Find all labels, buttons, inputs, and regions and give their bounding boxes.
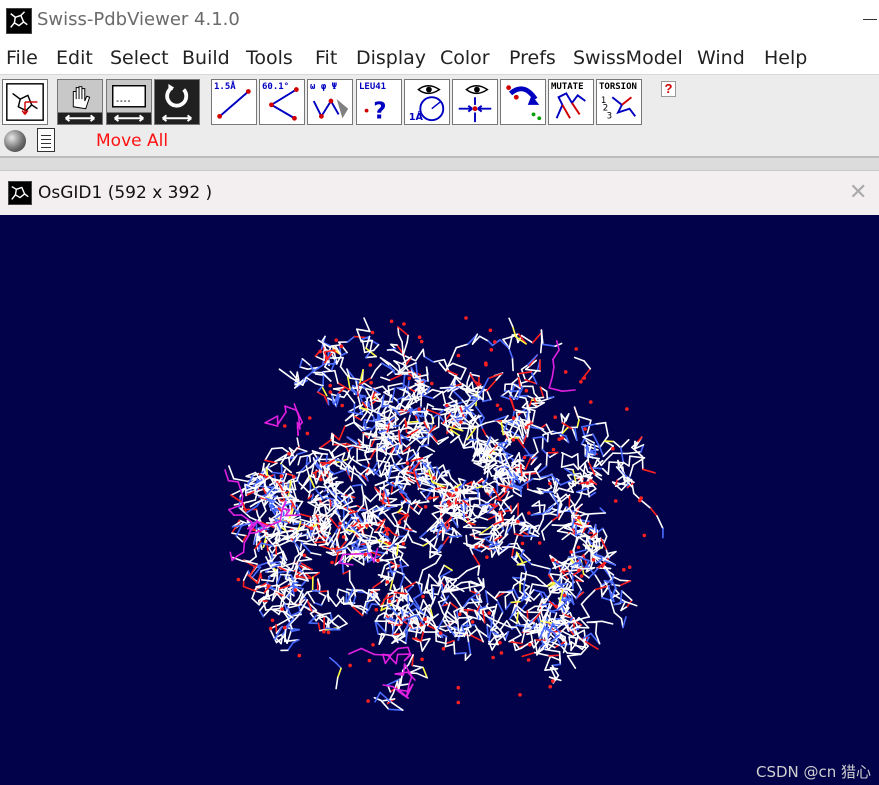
watermark: CSDN @cn 猎心 bbox=[756, 763, 872, 781]
menu-color[interactable]: Color bbox=[440, 47, 490, 69]
molecule-window-icon bbox=[8, 181, 32, 205]
center-icon bbox=[6, 83, 44, 121]
help-button[interactable]: ? bbox=[661, 81, 676, 97]
molecule-app-icon bbox=[6, 8, 32, 34]
display-window-titlebar: OsGID1 (592 x 392 ) ✕ bbox=[0, 170, 879, 215]
display-window: OsGID1 (592 x 392 ) ✕ bbox=[0, 170, 879, 785]
menu-prefs[interactable]: Prefs bbox=[509, 47, 556, 69]
menu-build[interactable]: Build bbox=[182, 47, 230, 69]
rotate-icon bbox=[162, 83, 192, 122]
globe-icon[interactable] bbox=[4, 130, 26, 152]
move-mode-label: Move All bbox=[96, 131, 169, 151]
title-bar: Swiss-PdbViewer 4.1.0 bbox=[0, 0, 879, 42]
rotate-tool[interactable] bbox=[154, 79, 200, 125]
minimize-button[interactable] bbox=[849, 0, 879, 42]
distance-tool[interactable]: 1.5Å bbox=[211, 79, 257, 125]
dihedral-tool[interactable]: ω φ Ψ bbox=[307, 79, 353, 125]
eye-radius-icon: 1Å bbox=[409, 85, 445, 123]
fix-sidechain-tool[interactable] bbox=[500, 79, 546, 125]
menu-swissmodel[interactable]: SwissModel bbox=[573, 47, 683, 69]
menu-edit[interactable]: Edit bbox=[56, 47, 93, 69]
app-title: Swiss-PdbViewer 4.1.0 bbox=[37, 9, 240, 30]
molecule-canvas[interactable] bbox=[0, 215, 879, 785]
svg-text:3: 3 bbox=[607, 111, 612, 121]
document-icon[interactable] bbox=[37, 128, 55, 152]
identify-tool[interactable]: LEU41 ? bbox=[356, 79, 402, 125]
close-icon[interactable]: ✕ bbox=[849, 181, 867, 203]
menu-help[interactable]: Help bbox=[764, 47, 807, 69]
neighbors-tool[interactable]: 1Å bbox=[404, 79, 450, 125]
menu-select[interactable]: Select bbox=[110, 47, 169, 69]
svg-text:1Å: 1Å bbox=[409, 112, 424, 123]
center-molecule-tool[interactable] bbox=[2, 79, 48, 125]
fix-icon bbox=[506, 85, 542, 121]
menu-fit[interactable]: Fit bbox=[315, 47, 337, 69]
center-atom-tool[interactable] bbox=[452, 79, 498, 125]
menu-file[interactable]: File bbox=[6, 47, 38, 69]
zoom-tool[interactable] bbox=[106, 79, 152, 125]
window-strip bbox=[0, 158, 879, 170]
eye-center-icon bbox=[458, 85, 492, 123]
protein-structure-view bbox=[224, 316, 664, 712]
menu-bar: File Edit Select Build Tools Fit Display… bbox=[0, 42, 879, 75]
menu-tools[interactable]: Tools bbox=[246, 47, 293, 69]
translate-tool[interactable] bbox=[57, 79, 103, 125]
mutate-tool[interactable]: MUTATE bbox=[548, 79, 594, 125]
svg-text:?: ? bbox=[373, 98, 386, 124]
menu-wind[interactable]: Wind bbox=[697, 47, 745, 69]
display-window-title: OsGID1 (592 x 392 ) bbox=[38, 183, 213, 203]
menu-display[interactable]: Display bbox=[356, 47, 426, 69]
screen-icon bbox=[107, 80, 151, 122]
angle-tool[interactable]: 60.1° bbox=[259, 79, 305, 125]
torsion-tool[interactable]: TORSION 1 2 3 bbox=[596, 79, 642, 125]
hand-icon bbox=[58, 80, 102, 122]
